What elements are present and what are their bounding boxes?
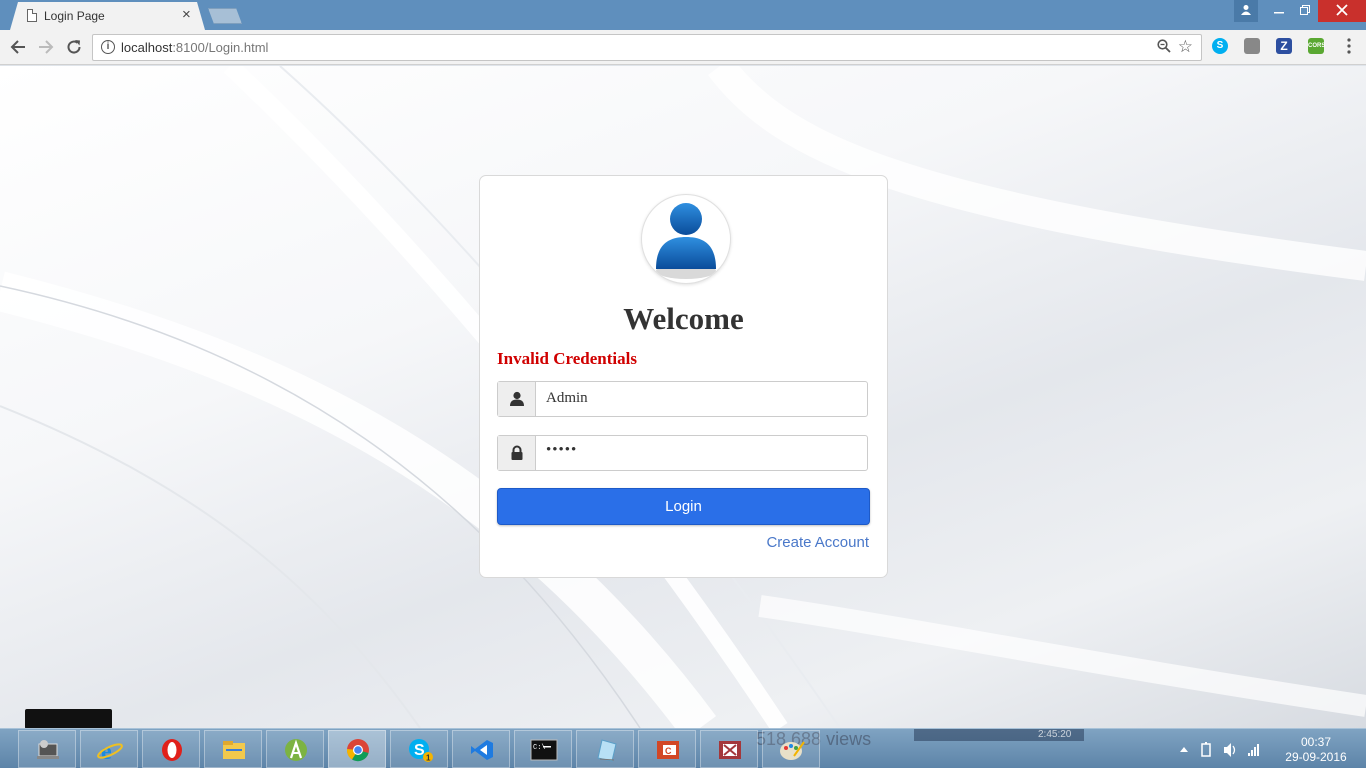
tab-close-icon[interactable]: × (182, 7, 191, 23)
new-tab-button[interactable] (208, 8, 242, 24)
welcome-heading: Welcome (623, 301, 744, 336)
file-explorer-icon[interactable] (204, 730, 262, 768)
url-path: :8100/Login.html (172, 40, 269, 55)
browser-menu-icon[interactable] (1344, 38, 1354, 54)
opera-icon[interactable] (142, 730, 200, 768)
login-card: Welcome Invalid Credentials Admin ••••• … (479, 175, 888, 578)
visual-studio-icon[interactable] (452, 730, 510, 768)
username-field[interactable]: Admin (546, 390, 588, 407)
cors-extension-icon[interactable]: CORS (1308, 38, 1325, 54)
page-icon (27, 9, 37, 22)
url-text: localhost:8100/Login.html (121, 40, 268, 55)
system-tray (1176, 729, 1272, 768)
address-bar[interactable]: i localhost:8100/Login.html ☆ (92, 34, 1202, 61)
lock-addon (498, 436, 536, 470)
svg-text:C: C (665, 746, 672, 756)
powerpoint-icon[interactable]: C (638, 730, 696, 768)
z-extension-icon[interactable]: Z (1276, 38, 1292, 54)
paint-icon[interactable] (762, 730, 820, 768)
thumbnail-popup (25, 709, 112, 729)
cmd-icon[interactable]: C:\ (514, 730, 572, 768)
error-message: Invalid Credentials (497, 349, 637, 368)
android-studio-icon[interactable] (266, 730, 324, 768)
browser-titlebar: Login Page × (0, 0, 1366, 30)
user-icon (510, 391, 524, 406)
tab-login-page[interactable]: Login Page × (10, 2, 205, 30)
restore-icon[interactable] (1292, 0, 1318, 22)
access-icon[interactable] (700, 730, 758, 768)
skype-badge: 1 (426, 754, 431, 763)
pocket-extension-icon[interactable] (1244, 38, 1260, 54)
username-input-group: Admin (497, 381, 868, 417)
background-time-text: 2:45:20 (1038, 729, 1072, 740)
bookmark-star-icon[interactable]: ☆ (1178, 37, 1193, 57)
tray-chevron-icon (1180, 747, 1188, 752)
browser-toolbar: i localhost:8100/Login.html ☆ S Z CORS (0, 30, 1366, 65)
svg-text:C:\: C:\ (533, 744, 546, 752)
minimize-icon[interactable] (1266, 0, 1292, 22)
clock-date: 29-09-2016 (1285, 750, 1347, 764)
taskbar-clock[interactable]: 00:37 29-09-2016 (1280, 735, 1352, 765)
device-icon[interactable] (18, 730, 76, 768)
back-arrow-icon[interactable] (7, 36, 29, 60)
lock-icon (511, 445, 523, 460)
clock-time: 00:37 (1300, 735, 1332, 749)
password-input-group: ••••• (497, 435, 868, 471)
login-button[interactable]: Login (497, 488, 870, 525)
user-profile-icon[interactable] (1234, 0, 1258, 22)
user-addon (498, 382, 536, 416)
skype-icon[interactable]: S1 (390, 730, 448, 768)
create-account-link[interactable]: Create Account (766, 534, 869, 551)
close-window-icon[interactable] (1318, 0, 1366, 22)
volume-icon (1224, 743, 1231, 757)
reload-icon[interactable] (63, 36, 85, 60)
skype-extension-icon[interactable]: S (1212, 38, 1228, 54)
network-icon (1248, 753, 1250, 756)
chrome-icon[interactable] (328, 730, 386, 768)
zoom-icon[interactable] (1157, 39, 1171, 57)
tab-title: Login Page (44, 9, 105, 23)
battery-icon (1201, 743, 1211, 757)
user-avatar-icon (641, 194, 731, 284)
info-icon[interactable]: i (101, 40, 115, 54)
url-host: localhost (121, 40, 173, 55)
notepad-icon[interactable] (576, 730, 634, 768)
page-background: Welcome Invalid Credentials Admin ••••• … (0, 66, 1366, 728)
forward-arrow-icon[interactable] (35, 36, 57, 60)
internet-explorer-icon[interactable]: e (80, 730, 138, 768)
password-field[interactable]: ••••• (546, 442, 577, 459)
windows-taskbar: 518,688 views 2:45:20 e S1 C:\ C 00:37 2… (0, 728, 1366, 768)
